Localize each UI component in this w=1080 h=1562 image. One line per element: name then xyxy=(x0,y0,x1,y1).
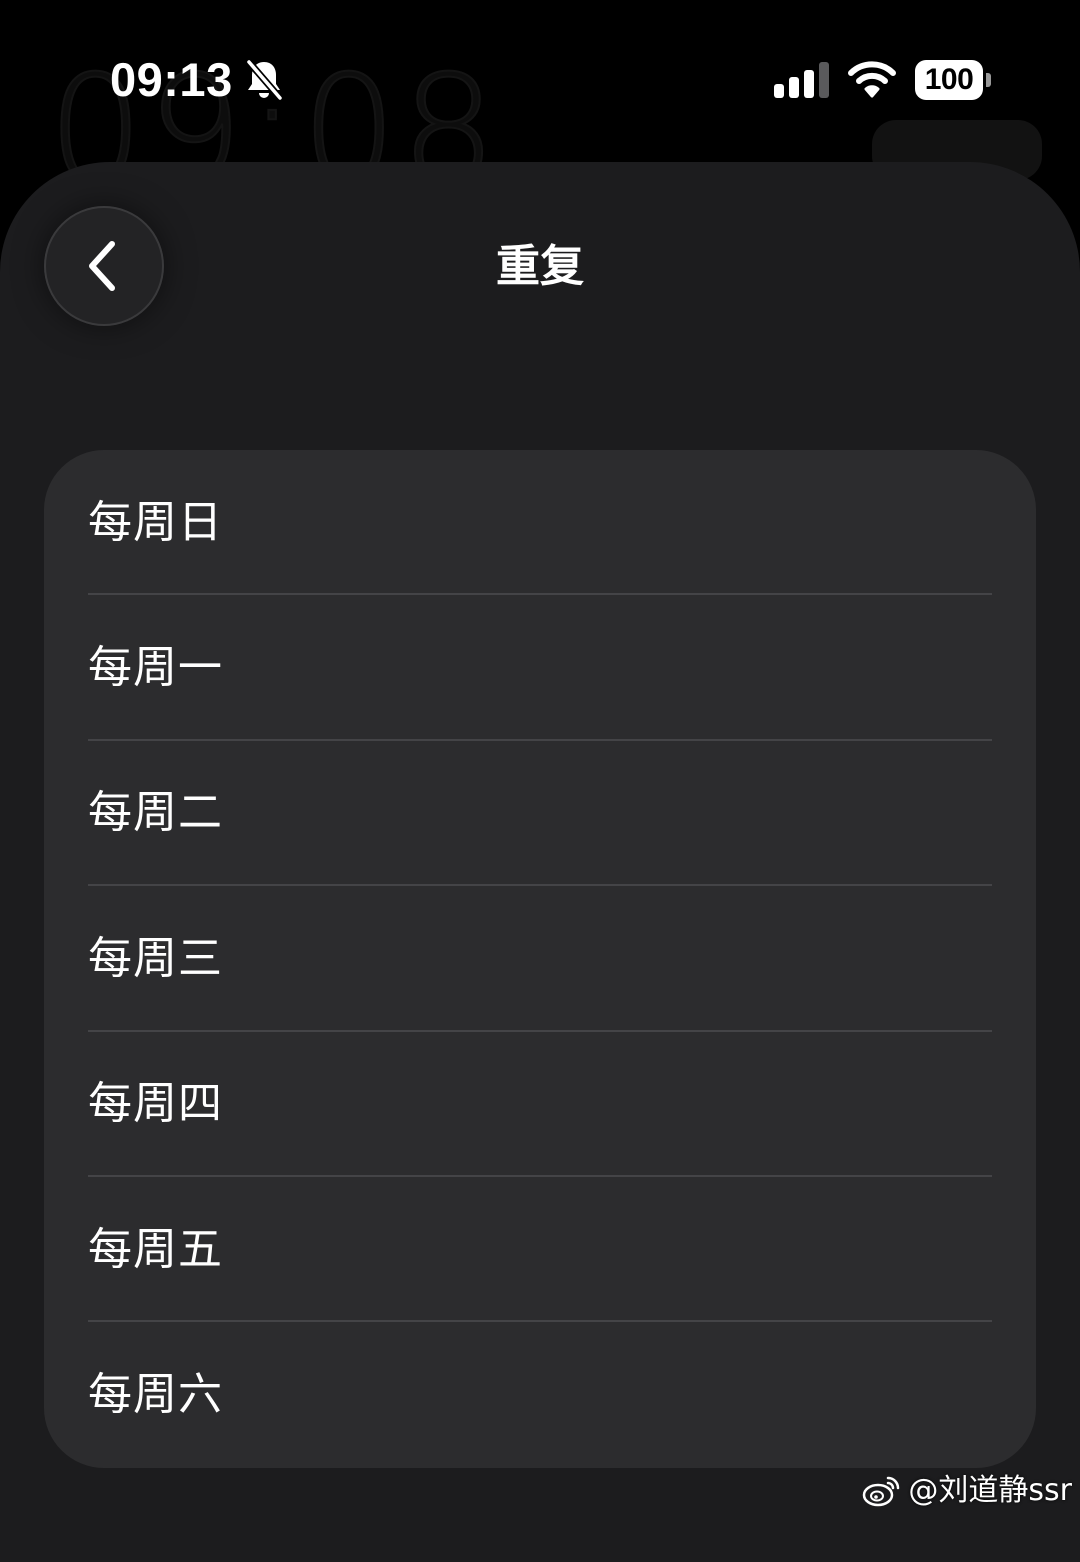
battery-cap xyxy=(986,73,991,87)
wifi-icon xyxy=(848,61,896,98)
repeat-option-label: 每周二 xyxy=(88,787,223,839)
repeat-option-saturday[interactable]: 每周六 xyxy=(44,1322,1036,1467)
bell-slash-icon xyxy=(245,58,284,102)
repeat-option-wednesday[interactable]: 每周三 xyxy=(44,886,1036,1032)
repeat-option-label: 每周一 xyxy=(88,642,223,694)
repeat-option-sunday[interactable]: 每周日 xyxy=(44,450,1036,596)
page-title: 重复 xyxy=(496,241,584,292)
repeat-options-list: 每周日 每周一 每周二 每周三 每周四 每周五 每周六 xyxy=(44,450,1036,1468)
watermark: @刘道静ssr xyxy=(862,1473,1072,1509)
repeat-option-label: 每周四 xyxy=(88,1078,223,1130)
battery-body: 100 xyxy=(915,60,983,100)
repeat-sheet: 重复 每周日 每周一 每周二 每周三 每周四 每周五 每周六 xyxy=(0,162,1080,1562)
repeat-option-monday[interactable]: 每周一 xyxy=(44,595,1036,741)
repeat-option-friday[interactable]: 每周五 xyxy=(44,1177,1036,1323)
status-bar: 09:08 09:13 100 xyxy=(0,0,1080,207)
repeat-option-label: 每周六 xyxy=(88,1369,223,1421)
status-time: 09:13 xyxy=(110,53,233,106)
weibo-icon xyxy=(863,1476,900,1507)
watermark-text: @刘道静ssr xyxy=(908,1473,1072,1508)
repeat-option-thursday[interactable]: 每周四 xyxy=(44,1032,1036,1177)
battery-icon: 100 xyxy=(915,60,991,100)
repeat-option-tuesday[interactable]: 每周二 xyxy=(44,741,1036,887)
repeat-option-label: 每周日 xyxy=(88,496,223,548)
repeat-option-label: 每周五 xyxy=(88,1223,223,1275)
repeat-option-label: 每周三 xyxy=(88,932,223,984)
battery-level: 100 xyxy=(924,63,974,96)
cellular-signal-icon xyxy=(774,62,829,98)
